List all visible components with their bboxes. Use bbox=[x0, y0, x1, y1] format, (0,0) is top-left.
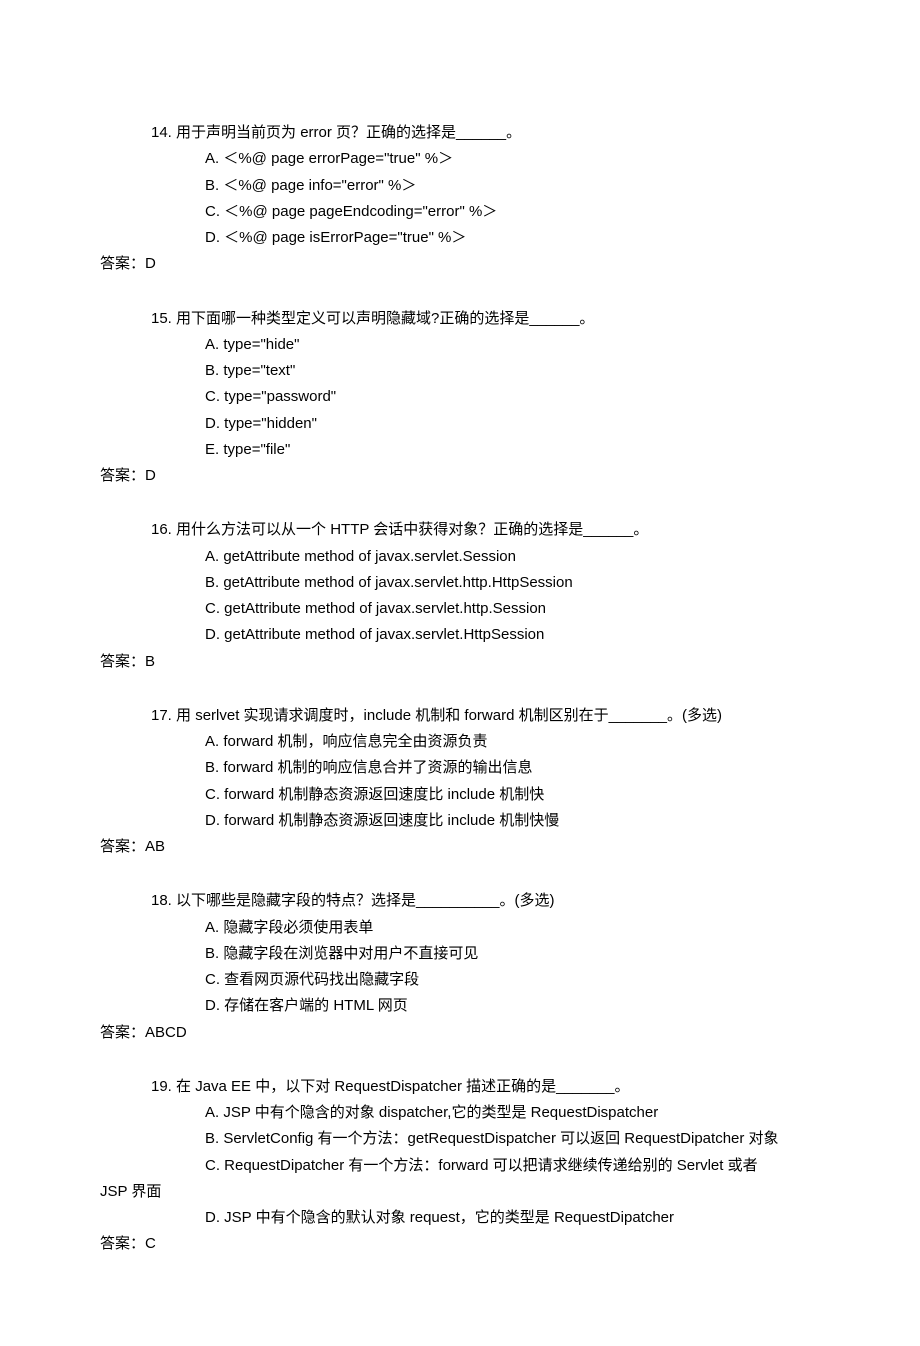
option-c: C. forward 机制静态资源返回速度比 include 机制快 bbox=[100, 782, 820, 808]
question-17: 17. 用 serlvet 实现请求调度时，include 机制和 forwar… bbox=[100, 703, 820, 861]
option-e: E. type="file" bbox=[100, 437, 820, 463]
answer: 答案：AB bbox=[100, 834, 820, 860]
question-stem: 17. 用 serlvet 实现请求调度时，include 机制和 forwar… bbox=[100, 703, 820, 729]
question-number: 15. bbox=[151, 310, 172, 327]
option-b: B. type="text" bbox=[100, 358, 820, 384]
question-text: 用于声明当前页为 error 页？正确的选择是______。 bbox=[176, 124, 521, 141]
option-a: A. getAttribute method of javax.servlet.… bbox=[100, 544, 820, 570]
option-d: D. type="hidden" bbox=[100, 411, 820, 437]
question-number: 14. bbox=[151, 124, 172, 141]
question-15: 15. 用下面哪一种类型定义可以声明隐藏域?正确的选择是______。 A. t… bbox=[100, 306, 820, 490]
answer: 答案：C bbox=[100, 1231, 820, 1257]
option-c: C. type="password" bbox=[100, 384, 820, 410]
option-a: A. 隐藏字段必须使用表单 bbox=[100, 915, 820, 941]
question-number: 19. bbox=[151, 1078, 172, 1095]
answer: 答案：D bbox=[100, 463, 820, 489]
question-stem: 19. 在 Java EE 中，以下对 RequestDispatcher 描述… bbox=[100, 1074, 820, 1100]
question-text: 用什么方法可以从一个 HTTP 会话中获得对象？正确的选择是______。 bbox=[176, 521, 648, 538]
option-b: B. getAttribute method of javax.servlet.… bbox=[100, 570, 820, 596]
option-c: C. 查看网页源代码找出隐藏字段 bbox=[100, 967, 820, 993]
option-a: A. ＜%@ page errorPage="true" %＞ bbox=[100, 146, 820, 172]
option-b: B. ＜%@ page info="error" %＞ bbox=[100, 173, 820, 199]
answer: 答案：B bbox=[100, 649, 820, 675]
option-d: D. ＜%@ page isErrorPage="true" %＞ bbox=[100, 225, 820, 251]
option-d: D. 存储在客户端的 HTML 网页 bbox=[100, 993, 820, 1019]
option-a: A. type="hide" bbox=[100, 332, 820, 358]
option-a: A. JSP 中有个隐含的对象 dispatcher,它的类型是 Request… bbox=[100, 1100, 820, 1126]
question-number: 16. bbox=[151, 521, 172, 538]
question-19: 19. 在 Java EE 中，以下对 RequestDispatcher 描述… bbox=[100, 1074, 820, 1258]
question-14: 14. 用于声明当前页为 error 页？正确的选择是______。 A. ＜%… bbox=[100, 120, 820, 278]
question-number: 18. bbox=[151, 892, 172, 909]
option-c: C. ＜%@ page pageEndcoding="error" %＞ bbox=[100, 199, 820, 225]
answer: 答案：D bbox=[100, 251, 820, 277]
option-a: A. forward 机制，响应信息完全由资源负责 bbox=[100, 729, 820, 755]
question-text: 用下面哪一种类型定义可以声明隐藏域?正确的选择是______。 bbox=[176, 310, 594, 327]
option-b: B. forward 机制的响应信息合并了资源的输出信息 bbox=[100, 755, 820, 781]
option-c-continuation: JSP 界面 bbox=[100, 1179, 820, 1205]
question-stem: 15. 用下面哪一种类型定义可以声明隐藏域?正确的选择是______。 bbox=[100, 306, 820, 332]
question-16: 16. 用什么方法可以从一个 HTTP 会话中获得对象？正确的选择是______… bbox=[100, 517, 820, 675]
question-18: 18. 以下哪些是隐藏字段的特点？选择是__________。(多选) A. 隐… bbox=[100, 888, 820, 1046]
question-text: 以下哪些是隐藏字段的特点？选择是__________。(多选) bbox=[176, 892, 554, 909]
question-stem: 18. 以下哪些是隐藏字段的特点？选择是__________。(多选) bbox=[100, 888, 820, 914]
option-d: D. getAttribute method of javax.servlet.… bbox=[100, 622, 820, 648]
question-number: 17. bbox=[151, 707, 172, 724]
question-stem: 14. 用于声明当前页为 error 页？正确的选择是______。 bbox=[100, 120, 820, 146]
option-d: D. JSP 中有个隐含的默认对象 request，它的类型是 RequestD… bbox=[100, 1205, 820, 1231]
answer: 答案：ABCD bbox=[100, 1020, 820, 1046]
option-c: C. getAttribute method of javax.servlet.… bbox=[100, 596, 820, 622]
option-b: B. 隐藏字段在浏览器中对用户不直接可见 bbox=[100, 941, 820, 967]
option-c: C. RequestDipatcher 有一个方法：forward 可以把请求继… bbox=[100, 1153, 820, 1179]
option-d: D. forward 机制静态资源返回速度比 include 机制快慢 bbox=[100, 808, 820, 834]
option-b: B. ServletConfig 有一个方法：getRequestDispatc… bbox=[100, 1126, 820, 1152]
question-text: 在 Java EE 中，以下对 RequestDispatcher 描述正确的是… bbox=[176, 1078, 630, 1095]
question-text: 用 serlvet 实现请求调度时，include 机制和 forward 机制… bbox=[176, 707, 722, 724]
question-stem: 16. 用什么方法可以从一个 HTTP 会话中获得对象？正确的选择是______… bbox=[100, 517, 820, 543]
